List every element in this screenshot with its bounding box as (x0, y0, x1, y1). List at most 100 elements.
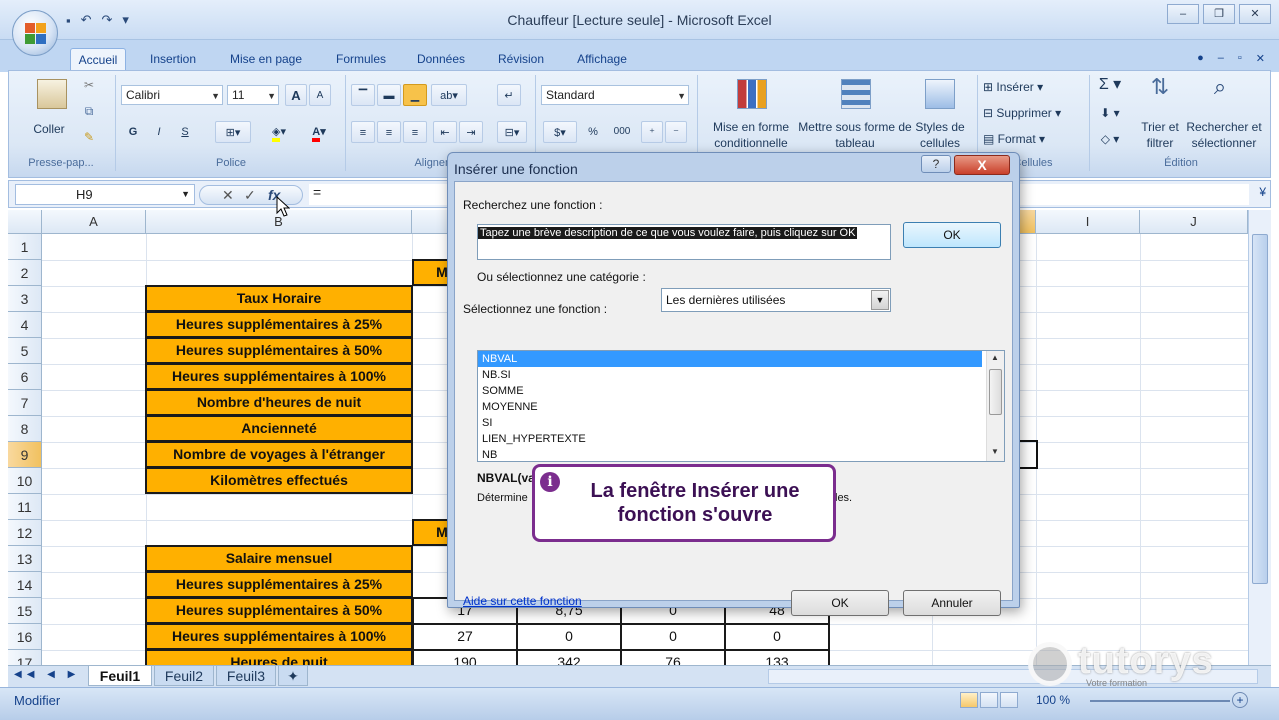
list-item[interactable]: NBVAL (478, 351, 982, 367)
function-help-link[interactable]: Aide sur cette fonction (463, 594, 582, 608)
format-painter-icon[interactable]: ✎ (81, 129, 97, 145)
label-cell[interactable]: Heures supplémentaires à 100% (145, 623, 413, 650)
increase-indent-button[interactable]: ⇥ (459, 121, 483, 143)
orientation-button[interactable]: ab▾ (431, 84, 467, 106)
value-cell[interactable]: 133 (724, 649, 830, 665)
borders-button[interactable]: ⊞▾ (215, 121, 251, 143)
format-as-table-button[interactable]: Mettre sous forme de tableau (797, 119, 913, 151)
name-box[interactable]: H9 ▼ (15, 184, 195, 205)
ribbon-restore-icon[interactable]: ▫ (1238, 52, 1242, 65)
align-center-button[interactable]: ≡ (377, 121, 401, 143)
zoom-in-icon[interactable]: + (1232, 692, 1248, 708)
wrap-text-button[interactable]: ↵ (497, 84, 521, 106)
align-bottom-button[interactable]: ▁ (403, 84, 427, 106)
italic-button[interactable]: I (149, 121, 169, 143)
category-select[interactable]: Les dernières utilisées ▼ (661, 288, 891, 312)
row-header[interactable]: 7 (8, 390, 42, 416)
autosum-icon[interactable]: Σ ▾ (1097, 77, 1123, 93)
zoom-slider[interactable] (1090, 700, 1230, 702)
minimize-button[interactable]: – (1167, 4, 1199, 24)
office-button[interactable] (12, 10, 58, 56)
scroll-up-icon[interactable]: ▲ (991, 353, 999, 362)
tab-affichage[interactable]: Affichage (566, 48, 638, 70)
copy-icon[interactable]: ⧉ (81, 103, 97, 119)
dialog-help-button[interactable]: ? (921, 155, 951, 173)
font-name-box[interactable]: Calibri ▼ (121, 85, 223, 105)
row-header[interactable]: 6 (8, 364, 42, 390)
help-icon[interactable]: ● (1197, 52, 1204, 65)
row-header[interactable]: 8 (8, 416, 42, 442)
scroll-thumb[interactable] (1252, 234, 1268, 584)
label-cell[interactable]: Heures supplémentaires à 100% (145, 363, 413, 390)
label-cell[interactable]: Taux Horaire (145, 285, 413, 312)
list-scrollbar[interactable]: ▲ ▼ (986, 351, 1004, 461)
cell-styles-icon[interactable] (925, 79, 955, 109)
fill-icon[interactable]: ⬇ ▾ (1097, 105, 1123, 121)
decrease-indent-button[interactable]: ⇤ (433, 121, 457, 143)
cell-styles-button[interactable]: Styles de cellules (907, 119, 973, 151)
label-cell[interactable]: Heures supplémentaires à 25% (145, 571, 413, 598)
currency-button[interactable]: $▾ (543, 121, 577, 143)
row-header[interactable]: 2 (8, 260, 42, 286)
list-item[interactable]: SI (478, 415, 982, 431)
row-header[interactable]: 5 (8, 338, 42, 364)
value-cell[interactable]: 342 (516, 649, 622, 665)
value-cell[interactable]: 76 (620, 649, 726, 665)
enter-formula-icon[interactable]: ✓ (244, 187, 256, 204)
close-window-button[interactable]: ✕ (1239, 4, 1271, 24)
tab-formules[interactable]: Formules (326, 48, 396, 70)
underline-button[interactable]: S (175, 121, 195, 143)
align-middle-button[interactable]: ▬ (377, 84, 401, 106)
font-color-button[interactable]: A▾ (301, 121, 337, 143)
decrease-decimal-button[interactable]: ⁻ (665, 121, 687, 143)
ribbon-minimize-icon[interactable]: – (1218, 52, 1224, 65)
sheet-tab-feuil1[interactable]: Feuil1 (88, 666, 152, 686)
cut-icon[interactable]: ✂ (81, 77, 97, 93)
percent-button[interactable]: % (583, 121, 603, 143)
scroll-thumb[interactable] (989, 369, 1002, 415)
label-cell[interactable]: Salaire mensuel (145, 545, 413, 572)
label-cell[interactable]: Heures de nuit (145, 649, 413, 665)
dialog-close-button[interactable]: X (954, 155, 1010, 175)
row-header[interactable]: 11 (8, 494, 42, 520)
align-left-button[interactable]: ≡ (351, 121, 375, 143)
find-select-button[interactable]: Rechercher et sélectionner (1181, 119, 1267, 151)
insert-cells-button[interactable]: ⊞ Insérer ▾ (983, 79, 1073, 95)
row-header[interactable]: 3 (8, 286, 42, 312)
label-cell[interactable]: Heures supplémentaires à 25% (145, 311, 413, 338)
value-cell[interactable]: 27 (412, 623, 518, 651)
tab-revision[interactable]: Révision (488, 48, 554, 70)
fill-color-button[interactable]: ◈▾ (261, 121, 297, 143)
increase-decimal-button[interactable]: ⁺ (641, 121, 663, 143)
search-ok-button[interactable]: OK (903, 222, 1001, 248)
row-header[interactable]: 15 (8, 598, 42, 624)
column-header-j[interactable]: J (1140, 210, 1248, 234)
ok-button[interactable]: OK (791, 590, 889, 616)
delete-cells-button[interactable]: ⊟ Supprimer ▾ (983, 105, 1083, 121)
format-cells-button[interactable]: ▤ Format ▾ (983, 131, 1073, 147)
sheet-tab-feuil2[interactable]: Feuil2 (154, 666, 214, 686)
sort-filter-icon[interactable]: ⇅ (1145, 76, 1175, 98)
label-cell[interactable]: Kilomètres effectués (145, 467, 413, 494)
ribbon-close-icon[interactable]: ✕ (1256, 52, 1265, 65)
chevron-down-icon[interactable]: ▼ (871, 290, 889, 310)
tab-mise-en-page[interactable]: Mise en page (220, 48, 312, 70)
paste-icon[interactable] (37, 79, 67, 109)
vertical-scrollbar[interactable] (1248, 210, 1271, 665)
row-header[interactable]: 10 (8, 468, 42, 494)
expand-formula-icon[interactable]: ¥ (1259, 185, 1266, 199)
value-cell[interactable]: 0 (620, 623, 726, 651)
format-as-table-icon[interactable] (841, 79, 871, 109)
tab-donnees[interactable]: Données (408, 48, 474, 70)
label-cell[interactable]: Nombre d'heures de nuit (145, 389, 413, 416)
row-header[interactable]: 16 (8, 624, 42, 650)
clear-icon[interactable]: ◇ ▾ (1097, 131, 1123, 147)
bold-button[interactable]: G (123, 121, 143, 143)
binoculars-icon[interactable]: ⌕ (1205, 76, 1235, 98)
number-format-box[interactable]: Standard ▼ (541, 85, 689, 105)
page-break-view-icon[interactable] (1000, 692, 1018, 708)
grow-font-button[interactable]: A (285, 84, 307, 106)
select-all-corner[interactable] (8, 210, 42, 234)
value-cell[interactable]: 0 (516, 623, 622, 651)
value-cell[interactable]: 0 (724, 623, 830, 651)
